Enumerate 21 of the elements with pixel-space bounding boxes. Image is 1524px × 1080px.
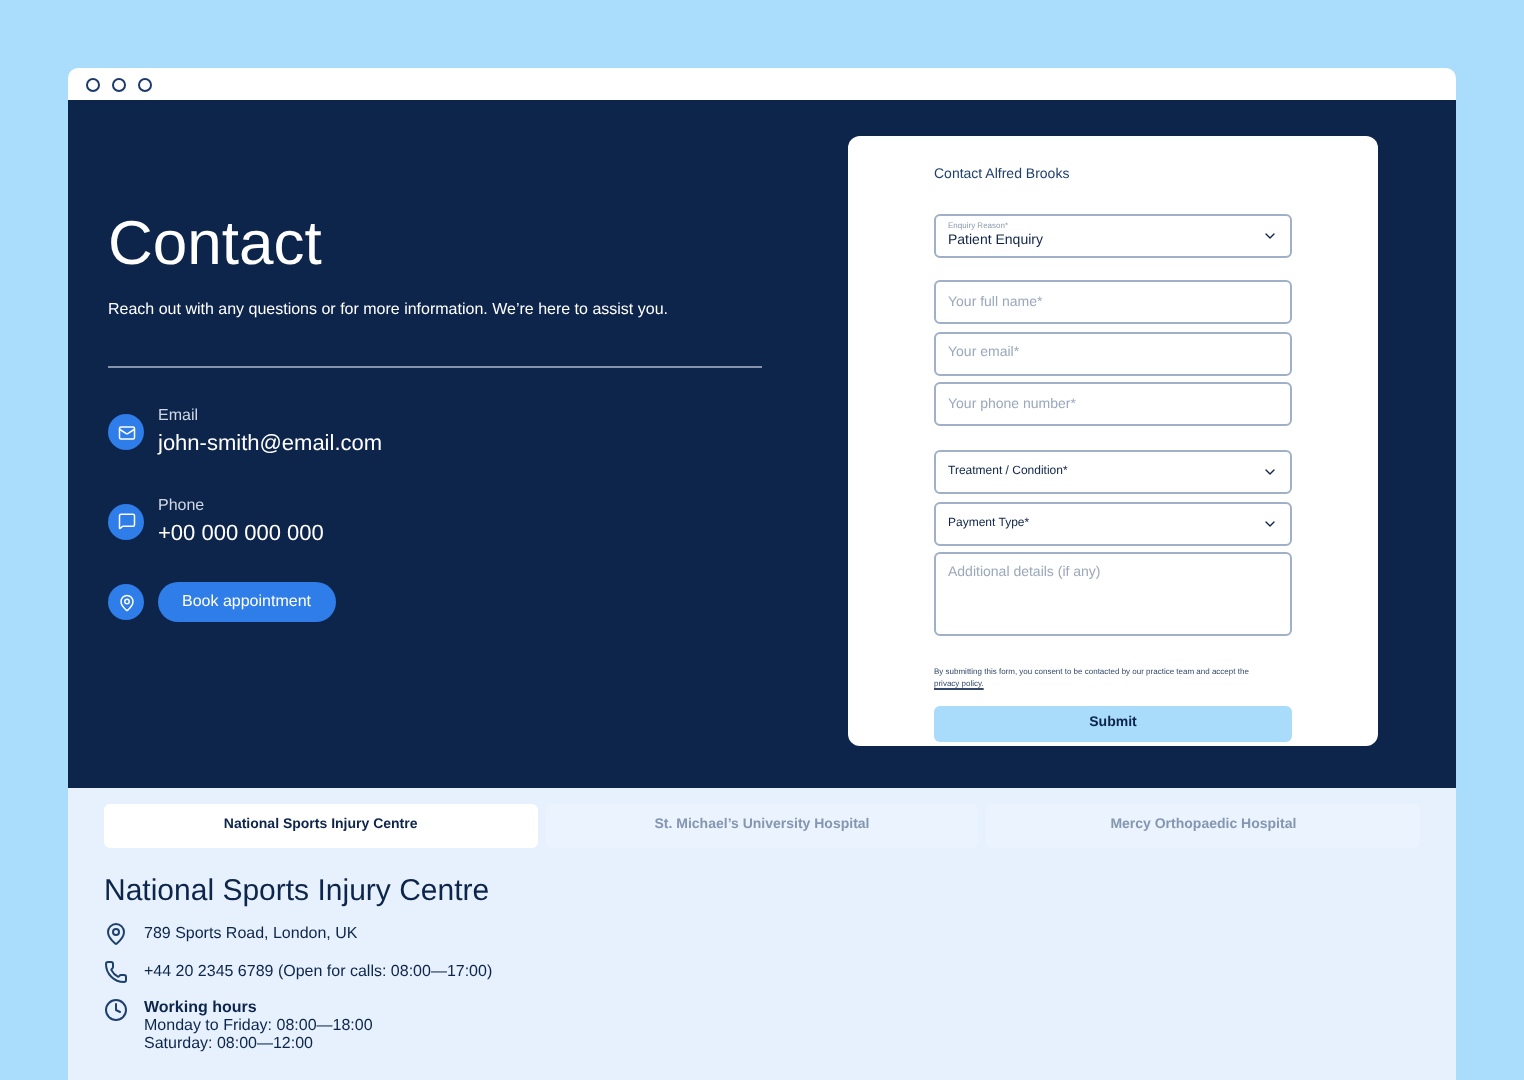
- contact-label: Email: [158, 404, 201, 428]
- mail-icon: [108, 414, 144, 451]
- hours-line: Saturday: 08:00—12:00: [144, 1034, 316, 1054]
- contact-value: john-smith@email.com: [158, 430, 383, 460]
- contact-value: +00 000 000 000: [158, 519, 324, 549]
- clock-icon: [104, 998, 128, 1022]
- hours-line: Monday to Friday: 08:00—18:00: [144, 1016, 373, 1035]
- phone-number: +44 20 2345 6789 (Open for calls: 08:00—17:00): [144, 960, 493, 984]
- chat-icon: [108, 503, 144, 540]
- hours-title: Working hours: [144, 998, 259, 1017]
- location-pin-icon: [108, 584, 144, 620]
- location-name: National Sports Injury Centre: [104, 874, 492, 910]
- chevron-down-icon: [1262, 464, 1278, 480]
- subtitle: Reach out with any questions or for more information. We’re here to assist you.: [108, 298, 670, 322]
- page-title: Contact: [108, 212, 324, 274]
- book-appointment-button[interactable]: Book appointment: [158, 582, 335, 622]
- contact-label: Phone: [158, 493, 207, 517]
- location-pin-icon: [104, 922, 128, 946]
- phone-icon: [104, 960, 128, 984]
- address: 789 Sports Road, London, UK: [144, 922, 358, 946]
- chevron-down-icon: [1262, 516, 1278, 532]
